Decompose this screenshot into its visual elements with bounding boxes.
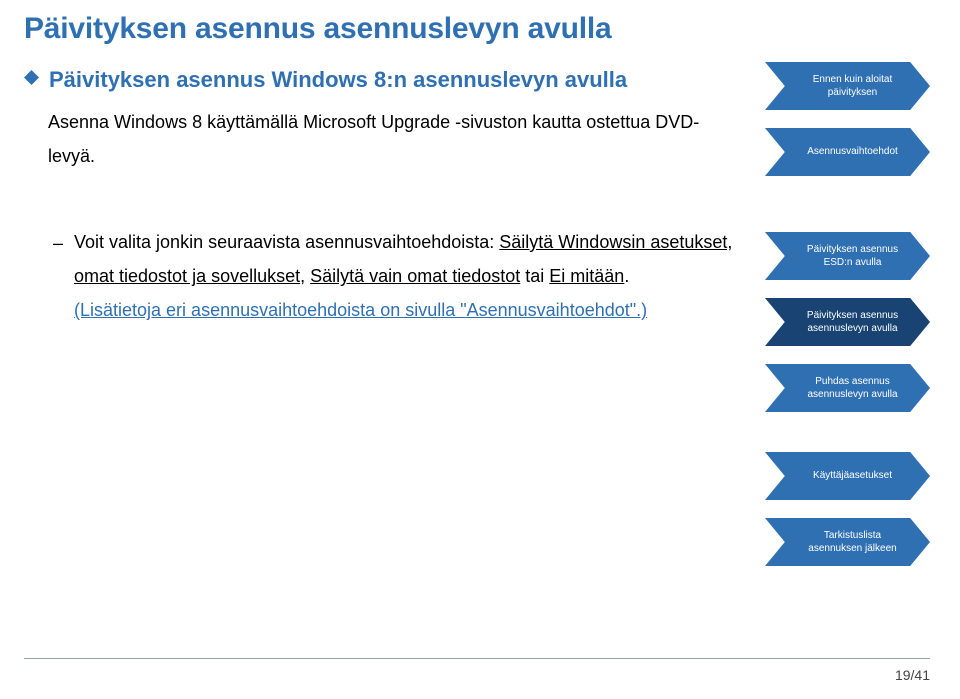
list-pre: Voit valita jonkin seuraavista asennusva… xyxy=(74,232,499,252)
page-title: Päivityksen asennus asennuslevyn avulla xyxy=(24,12,930,46)
more-info-link[interactable]: (Lisätietoja eri asennusvaihtoehdoista o… xyxy=(74,300,647,320)
section-subtitle: Päivityksen asennus Windows 8:n asennusl… xyxy=(49,66,627,95)
sep: , xyxy=(300,266,310,286)
nav-install-esd[interactable]: Päivityksen asennus ESD:n avulla xyxy=(765,232,930,280)
nav-install-options[interactable]: Asennusvaihtoehdot xyxy=(765,128,930,176)
diamond-bullet-icon xyxy=(24,70,39,85)
option-list-text: Voit valita jonkin seuraavista asennusva… xyxy=(74,225,735,328)
period: . xyxy=(624,266,629,286)
page-number: 19/41 xyxy=(895,667,930,683)
nav-user-settings[interactable]: Käyttäjäasetukset xyxy=(765,452,930,500)
step-nav: Ennen kuin aloitat päivityksen Asennusva… xyxy=(765,62,930,566)
main-content: Päivityksen asennus Windows 8:n asennusl… xyxy=(24,66,745,328)
nav-clean-install[interactable]: Puhdas asennus asennuslevyn avulla xyxy=(765,364,930,412)
nav-install-disc[interactable]: Päivityksen asennus asennuslevyn avulla xyxy=(765,298,930,346)
nav-group-post: Käyttäjäasetukset Tarkistuslista asennuk… xyxy=(765,452,930,566)
dash-bullet-icon: – xyxy=(52,226,64,260)
nav-before-start[interactable]: Ennen kuin aloitat päivityksen xyxy=(765,62,930,110)
option-keep-files: Säilytä vain omat tiedostot xyxy=(310,266,520,286)
section-body: Asenna Windows 8 käyttämällä Microsoft U… xyxy=(48,105,735,173)
nav-checklist[interactable]: Tarkistuslista asennuksen jälkeen xyxy=(765,518,930,566)
sep: tai xyxy=(520,266,549,286)
option-none: Ei mitään xyxy=(549,266,624,286)
nav-group-install: Päivityksen asennus ESD:n avulla Päivity… xyxy=(765,232,930,412)
footer-divider xyxy=(24,658,930,659)
